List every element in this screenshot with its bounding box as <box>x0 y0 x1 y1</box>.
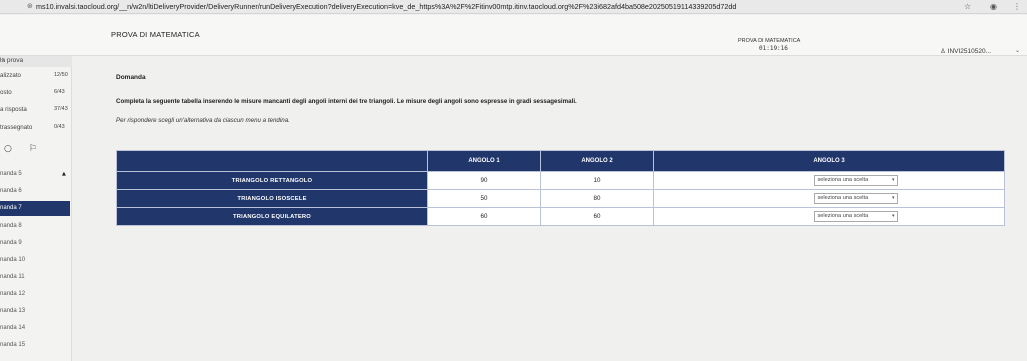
table-row: TRIANGOLO ISOSCELE 50 80 seleziona una s… <box>116 189 1005 208</box>
user-menu[interactable]: ♙ INVI2510520... <box>940 47 991 55</box>
question-text: Completa la seguente tabella inserendo l… <box>116 98 577 105</box>
sidebar-item-domanda-5[interactable]: nanda 5 ▲ <box>0 167 70 182</box>
sidebar-item-domanda-7[interactable]: nanda 7 <box>0 201 70 216</box>
column-header-angolo-3: ANGOLO 3 <box>653 150 1005 172</box>
column-header-angolo-2: ANGOLO 2 <box>540 150 654 172</box>
cell-angolo-2: 10 <box>540 171 654 190</box>
table-header-row: ANGOLO 1 ANGOLO 2 ANGOLO 3 <box>116 150 1005 172</box>
angolo-3-select[interactable]: seleziona una scelta ▾ <box>813 211 898 222</box>
page-title: PROVA DI MATEMATICA <box>111 30 200 39</box>
question-title: Domanda <box>116 74 146 81</box>
sidebar-item-domanda-9[interactable]: nanda 9 <box>0 236 70 251</box>
sidebar-item-domanda-14[interactable]: nanda 14 <box>0 321 70 336</box>
angolo-3-select[interactable]: seleziona una scelta ▾ <box>813 175 898 186</box>
cell-angolo-1: 60 <box>427 207 541 226</box>
lock-icon[interactable]: ⊛ <box>27 3 34 10</box>
circle-filter-icon[interactable]: ○ <box>4 144 12 154</box>
cell-angolo-3: seleziona una scelta ▾ <box>653 189 1005 208</box>
sidebar-item-domanda-6[interactable]: nanda 6 <box>0 184 70 199</box>
row-header: TRIANGOLO EQUILATERO <box>116 207 428 226</box>
account-icon[interactable]: ◉ <box>990 2 997 12</box>
angles-table: ANGOLO 1 ANGOLO 2 ANGOLO 3 TRIANGOLO RET… <box>116 150 1005 226</box>
timer-label: PROVA DI MATEMATICA <box>738 38 801 44</box>
sidebar-item-domanda-11[interactable]: nanda 11 <box>0 270 70 285</box>
column-header-angolo-1: ANGOLO 1 <box>427 150 541 172</box>
row-header: TRIANGOLO RETTANGOLO <box>116 171 428 190</box>
column-header-blank <box>116 150 428 172</box>
stat-unanswered: a risposta 37/43 <box>0 106 68 113</box>
question-instruction: Per rispondere scegli un'alternativa da … <box>116 117 290 124</box>
table-row: TRIANGOLO EQUILATERO 60 60 seleziona una… <box>116 207 1005 226</box>
flag-filter-icon[interactable]: ⚐ <box>29 144 37 154</box>
sidebar-filter-tools: ○ ⚐ <box>4 144 37 154</box>
browser-url-bar[interactable]: ⊛ ms10.invalsi.taocloud.org/__n/w2n/ltiD… <box>0 0 1027 14</box>
cell-angolo-3: seleziona una scelta ▾ <box>653 171 1005 190</box>
sidebar-item-domanda-10[interactable]: nanda 10 <box>0 253 70 268</box>
row-header: TRIANGOLO ISOSCELE <box>116 189 428 208</box>
user-icon: ♙ <box>940 47 946 55</box>
stat-answered: osto 6/43 <box>0 89 65 96</box>
app-header: PROVA DI MATEMATICA PROVA DI MATEMATICA … <box>0 15 1027 56</box>
cell-angolo-3: seleziona una scelta ▾ <box>653 207 1005 226</box>
cell-angolo-1: 90 <box>427 171 541 190</box>
sidebar-item-domanda-12[interactable]: nanda 12 <box>0 287 70 302</box>
sidebar: la prova ⌃ alizzato 12/50 osto 6/43 a ri… <box>0 56 72 361</box>
dropdown-arrow-icon: ▾ <box>891 213 895 219</box>
dropdown-arrow-icon: ▾ <box>891 177 895 183</box>
chevron-down-icon[interactable]: ⌄ <box>1015 47 1020 54</box>
dropdown-arrow-icon: ▾ <box>891 195 895 201</box>
url-text[interactable]: ms10.invalsi.taocloud.org/__n/w2n/ltiDel… <box>36 2 806 11</box>
warning-flag-icon: ▲ <box>62 171 66 177</box>
user-name: INVI2510520... <box>947 48 992 55</box>
timer-value: 01:19:16 <box>759 45 788 52</box>
chevron-up-icon[interactable]: ⌃ <box>0 57 5 65</box>
cell-angolo-2: 80 <box>540 189 654 208</box>
table-row: TRIANGOLO RETTANGOLO 90 10 seleziona una… <box>116 171 1005 190</box>
stat-viewed: alizzato 12/50 <box>0 72 68 79</box>
sidebar-heading[interactable]: la prova ⌃ <box>0 56 72 67</box>
star-icon[interactable]: ☆ <box>964 2 971 12</box>
angolo-3-select[interactable]: seleziona una scelta ▾ <box>813 193 898 204</box>
cell-angolo-1: 50 <box>427 189 541 208</box>
sidebar-item-domanda-13[interactable]: nanda 13 <box>0 304 70 319</box>
stat-flagged: trassegnato 0/43 <box>0 124 65 131</box>
kebab-menu-icon[interactable]: ⋮ <box>1013 2 1021 12</box>
sidebar-item-domanda-15[interactable]: nanda 15 <box>0 338 70 353</box>
sidebar-item-domanda-8[interactable]: nanda 8 <box>0 219 70 234</box>
cell-angolo-2: 60 <box>540 207 654 226</box>
